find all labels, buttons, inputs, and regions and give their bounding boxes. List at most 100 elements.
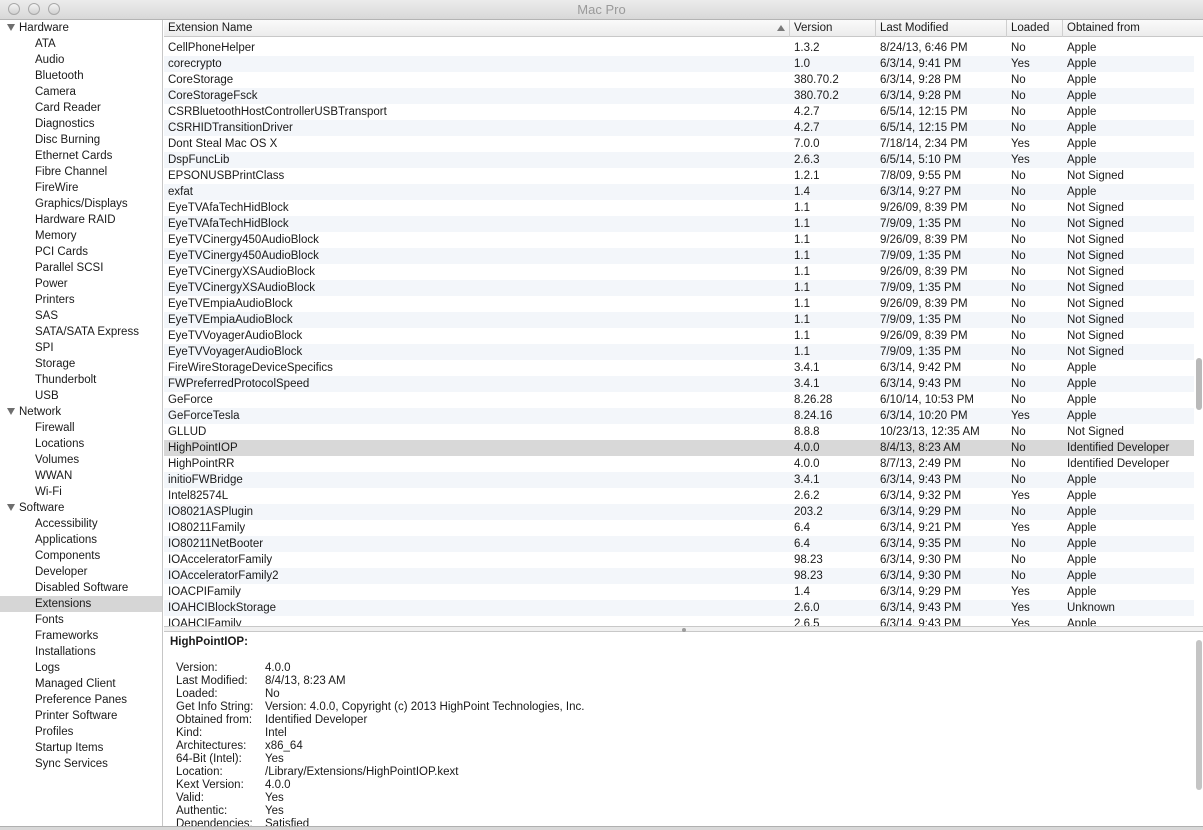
- table-row[interactable]: EyeTVVoyagerAudioBlock 1.1 9/26/09, 8:39 P…: [164, 328, 1194, 344]
- sidebar-item-disabled-software[interactable]: Disabled Software: [0, 580, 162, 596]
- disclosure-triangle-icon[interactable]: [7, 408, 15, 415]
- table-row[interactable]: CoreStorage 380.70.2 6/3/14, 9:28 PM No Appl…: [164, 72, 1194, 88]
- disclosure-triangle-icon[interactable]: [7, 504, 15, 511]
- sidebar-item-printer-software[interactable]: Printer Software: [0, 708, 162, 724]
- column-header-extension-name[interactable]: Extension Name: [164, 20, 790, 37]
- table-row[interactable]: EyeTVEmpiaAudioBlock 1.1 9/26/09, 8:39 PM N…: [164, 296, 1194, 312]
- sidebar-item-printers[interactable]: Printers: [0, 292, 162, 308]
- table-row[interactable]: EPSONUSBPrintClass 1.2.1 7/8/09, 9:55 PM No…: [164, 168, 1194, 184]
- sidebar-item-preference-panes[interactable]: Preference Panes: [0, 692, 162, 708]
- table-row[interactable]: Dont Steal Mac OS X 7.0.0 7/18/14, 2:34 PM…: [164, 136, 1194, 152]
- sidebar-item-accessibility[interactable]: Accessibility: [0, 516, 162, 532]
- sidebar-item-power[interactable]: Power: [0, 276, 162, 292]
- table-row[interactable]: DspFuncLib 2.6.3 6/5/14, 5:10 PM Yes Apple: [164, 152, 1194, 168]
- sidebar-item-audio[interactable]: Audio: [0, 52, 162, 68]
- table-row[interactable]: IOAHCIFamily 2.6.5 6/3/14, 9:43 PM Yes Apple: [164, 616, 1194, 626]
- scrollbar-thumb[interactable]: [1196, 640, 1202, 790]
- sidebar-item-hardware-raid[interactable]: Hardware RAID: [0, 212, 162, 228]
- sidebar-item-frameworks[interactable]: Frameworks: [0, 628, 162, 644]
- table-row[interactable]: EyeTVCinergy450AudioBlock 1.1 7/9/09, 1:35…: [164, 248, 1194, 264]
- cell-obtained-from: Apple: [1067, 506, 1097, 518]
- sidebar-item-fibre-channel[interactable]: Fibre Channel: [0, 164, 162, 180]
- table-row[interactable]: CSRBluetoothHostControllerUSBTransport 4.…: [164, 104, 1194, 120]
- column-header-loaded[interactable]: Loaded: [1007, 20, 1063, 37]
- sidebar-item-graphics-displays[interactable]: Graphics/Displays: [0, 196, 162, 212]
- sidebar-group-software[interactable]: Software: [0, 500, 162, 516]
- sidebar-item-sas[interactable]: SAS: [0, 308, 162, 324]
- table-row[interactable]: IO80211NetBooter 6.4 6/3/14, 9:35 PM No Appl…: [164, 536, 1194, 552]
- sidebar-item-fonts[interactable]: Fonts: [0, 612, 162, 628]
- table-row[interactable]: EyeTVCinergy450AudioBlock 1.1 9/26/09, 8:3…: [164, 232, 1194, 248]
- table-row[interactable]: GeForceTesla 8.24.16 6/3/14, 10:20 PM Yes Ap…: [164, 408, 1194, 424]
- table-row[interactable]: HighPointIOP 4.0.0 8/4/13, 8:23 AM No Identi…: [164, 440, 1194, 456]
- sidebar-group-network[interactable]: Network: [0, 404, 162, 420]
- table-row[interactable]: IO80211Family 6.4 6/3/14, 9:21 PM Yes Apple: [164, 520, 1194, 536]
- table-row[interactable]: IO8021ASPlugin 203.2 6/3/14, 9:29 PM No Appl…: [164, 504, 1194, 520]
- sidebar-item-logs[interactable]: Logs: [0, 660, 162, 676]
- table-row[interactable]: EyeTVCinergyXSAudioBlock 1.1 7/9/09, 1:35 …: [164, 280, 1194, 296]
- table-row[interactable]: IOAHCIBlockStorage 2.6.0 6/3/14, 9:43 PM Ye…: [164, 600, 1194, 616]
- sidebar-item-extensions[interactable]: Extensions: [0, 596, 162, 612]
- table-row[interactable]: initioFWBridge 3.4.1 6/3/14, 9:43 PM No Appl…: [164, 472, 1194, 488]
- sidebar-item-ata[interactable]: ATA: [0, 36, 162, 52]
- column-header-last-modified[interactable]: Last Modified: [876, 20, 1007, 37]
- sidebar-item-spi[interactable]: SPI: [0, 340, 162, 356]
- sidebar-item-sync-services[interactable]: Sync Services: [0, 756, 162, 772]
- sidebar-item-components[interactable]: Components: [0, 548, 162, 564]
- table-row[interactable]: FWPreferredProtocolSpeed 3.4.1 6/3/14, 9:4…: [164, 376, 1194, 392]
- table-row[interactable]: EyeTVEmpiaAudioBlock 1.1 7/9/09, 1:35 PM No…: [164, 312, 1194, 328]
- table-row[interactable]: GeForce 8.26.28 6/10/14, 10:53 PM No Apple: [164, 392, 1194, 408]
- table-row[interactable]: EyeTVAfaTechHidBlock 1.1 9/26/09, 8:39 PM N…: [164, 200, 1194, 216]
- sidebar-item-volumes[interactable]: Volumes: [0, 452, 162, 468]
- sidebar-item-applications[interactable]: Applications: [0, 532, 162, 548]
- sidebar-item-ethernet-cards[interactable]: Ethernet Cards: [0, 148, 162, 164]
- table-row[interactable]: CSRHIDTransitionDriver 4.2.7 6/5/14, 12:15…: [164, 120, 1194, 136]
- table-row[interactable]: IOAcceleratorFamily2 98.23 6/3/14, 9:30 PM…: [164, 568, 1194, 584]
- table-row[interactable]: IOAcceleratorFamily 98.23 6/3/14, 9:30 PM N…: [164, 552, 1194, 568]
- sidebar-item-pci-cards[interactable]: PCI Cards: [0, 244, 162, 260]
- table-row[interactable]: EyeTVVoyagerAudioBlock 1.1 7/9/09, 1:35 PM…: [164, 344, 1194, 360]
- sidebar-item-diagnostics[interactable]: Diagnostics: [0, 116, 162, 132]
- column-header-version[interactable]: Version: [790, 20, 876, 37]
- table-row[interactable]: corecrypto 1.0 6/3/14, 9:41 PM Yes Apple: [164, 56, 1194, 72]
- table-row[interactable]: EyeTVAfaTechHidBlock 1.1 7/9/09, 1:35 PM No…: [164, 216, 1194, 232]
- sidebar-item-parallel-scsi[interactable]: Parallel SCSI: [0, 260, 162, 276]
- table-row[interactable]: exfat 1.4 6/3/14, 9:27 PM No Apple: [164, 184, 1194, 200]
- detail-scrollbar[interactable]: [1195, 640, 1203, 826]
- table-row[interactable]: GLLUD 8.8.8 10/23/13, 12:35 AM No Not Signed: [164, 424, 1194, 440]
- table-row[interactable]: CellPhoneHelper 1.3.2 8/24/13, 6:46 PM No Ap…: [164, 40, 1194, 56]
- sidebar-item-firewire[interactable]: FireWire: [0, 180, 162, 196]
- table-scrollbar[interactable]: [1195, 38, 1203, 626]
- sidebar-item-locations[interactable]: Locations: [0, 436, 162, 452]
- disclosure-triangle-icon[interactable]: [7, 24, 15, 31]
- cell-version: 1.1: [794, 218, 810, 230]
- sidebar-item-thunderbolt[interactable]: Thunderbolt: [0, 372, 162, 388]
- sidebar-item-usb[interactable]: USB: [0, 388, 162, 404]
- sidebar-item-bluetooth[interactable]: Bluetooth: [0, 68, 162, 84]
- sidebar-item-profiles[interactable]: Profiles: [0, 724, 162, 740]
- sidebar-item-installations[interactable]: Installations: [0, 644, 162, 660]
- scrollbar-thumb[interactable]: [1196, 358, 1202, 410]
- sidebar-item-managed-client[interactable]: Managed Client: [0, 676, 162, 692]
- sidebar-item-card-reader[interactable]: Card Reader: [0, 100, 162, 116]
- table-row[interactable]: EyeTVCinergyXSAudioBlock 1.1 9/26/09, 8:39…: [164, 264, 1194, 280]
- column-header-obtained-from[interactable]: Obtained from: [1063, 20, 1203, 37]
- sidebar-item-firewall[interactable]: Firewall: [0, 420, 162, 436]
- table-row[interactable]: FireWireStorageDeviceSpecifics 3.4.1 6/3/1…: [164, 360, 1194, 376]
- sidebar-item-storage[interactable]: Storage: [0, 356, 162, 372]
- sidebar-item-wwan[interactable]: WWAN: [0, 468, 162, 484]
- sidebar-item-memory[interactable]: Memory: [0, 228, 162, 244]
- table-row[interactable]: Intel82574L 2.6.2 6/3/14, 9:32 PM Yes Apple: [164, 488, 1194, 504]
- sidebar-item-developer[interactable]: Developer: [0, 564, 162, 580]
- sidebar[interactable]: Hardware ATA Audio Bluetooth Camera Card Read…: [0, 20, 163, 826]
- table-row[interactable]: CoreStorageFsck 380.70.2 6/3/14, 9:28 PM No…: [164, 88, 1194, 104]
- table-row[interactable]: IOACPIFamily 1.4 6/3/14, 9:29 PM Yes Apple: [164, 584, 1194, 600]
- sidebar-item-disc-burning[interactable]: Disc Burning: [0, 132, 162, 148]
- sidebar-item-camera[interactable]: Camera: [0, 84, 162, 100]
- sidebar-item-wi-fi[interactable]: Wi-Fi: [0, 484, 162, 500]
- sidebar-item-sata-sata-express[interactable]: SATA/SATA Express: [0, 324, 162, 340]
- extensions-table[interactable]: Extension Name Version Last Modified Loa…: [164, 20, 1203, 626]
- table-row[interactable]: HighPointRR 4.0.0 8/7/13, 2:49 PM No Identif…: [164, 456, 1194, 472]
- sidebar-group-hardware[interactable]: Hardware: [0, 20, 162, 36]
- sidebar-item-startup-items[interactable]: Startup Items: [0, 740, 162, 756]
